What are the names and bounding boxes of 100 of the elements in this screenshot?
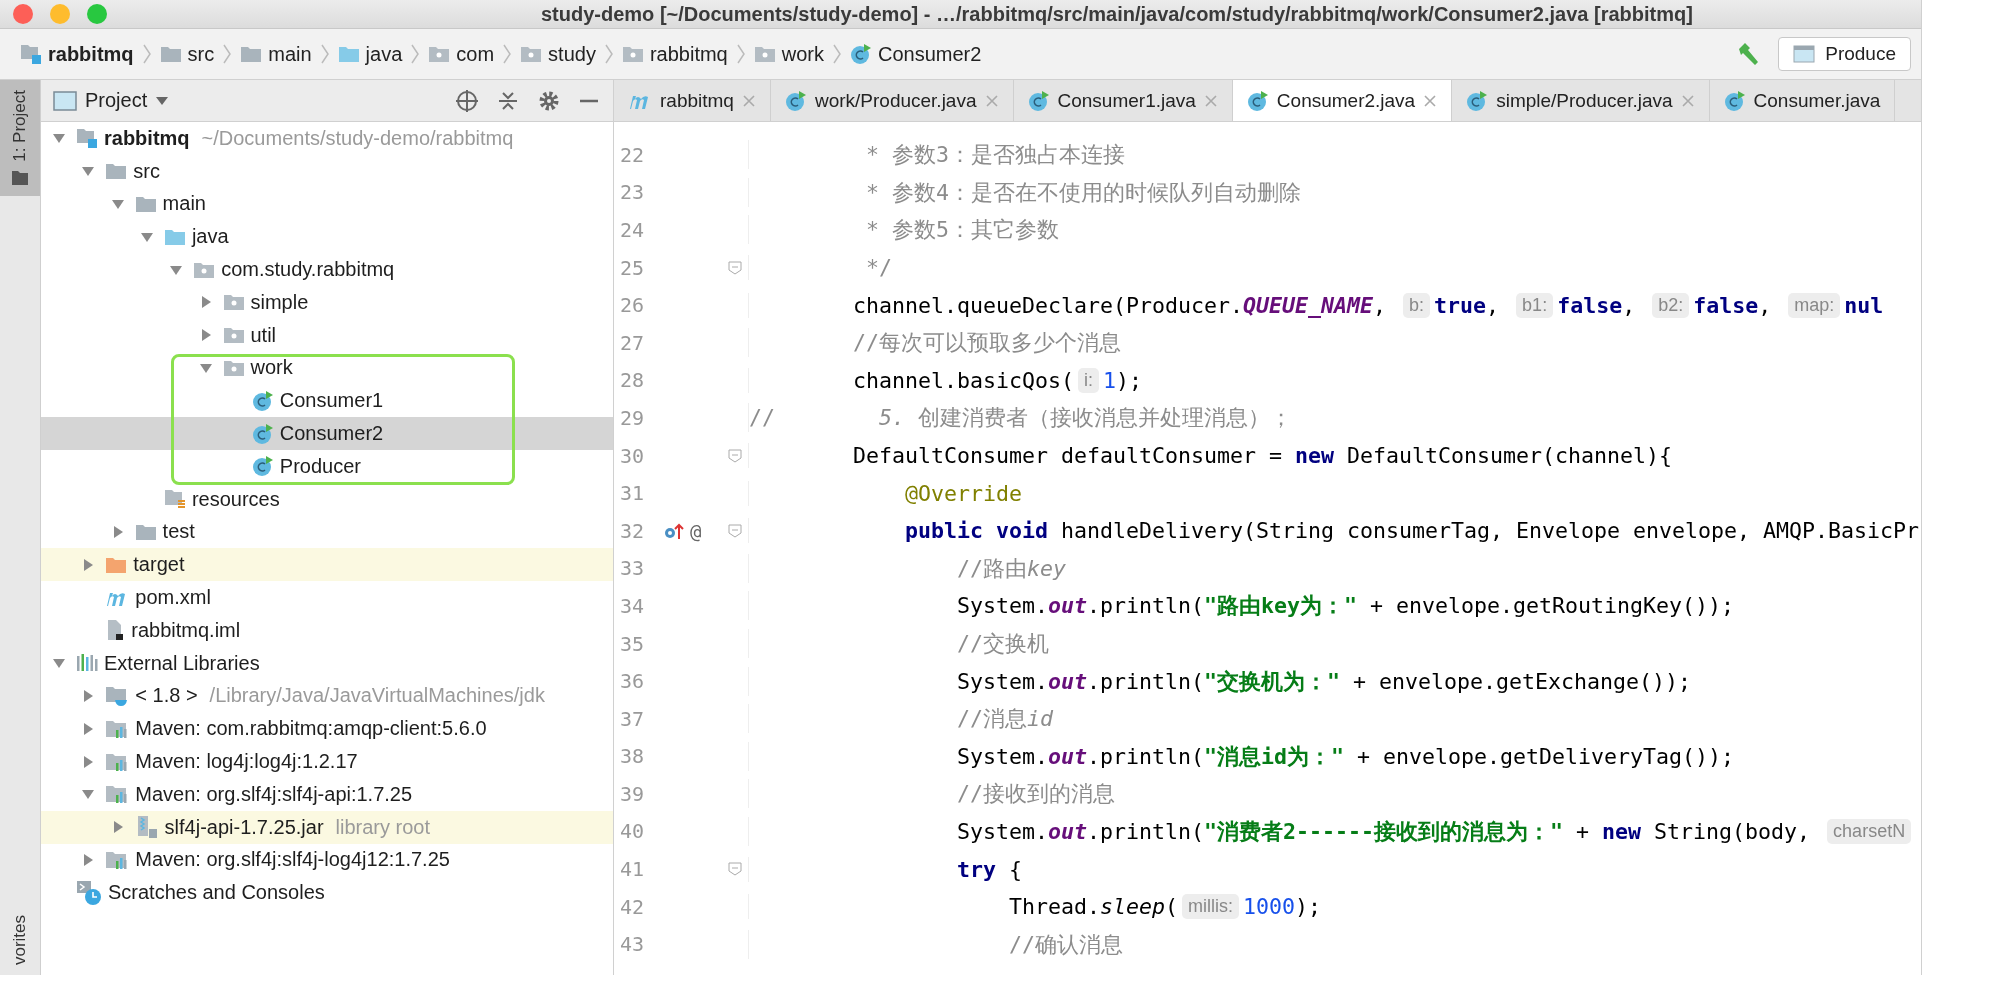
class-icon — [1027, 89, 1050, 112]
tree-item[interactable]: Maven: org.slf4j:slf4j-log4j12:1.7.25 — [41, 843, 613, 877]
module-icon — [76, 128, 98, 149]
locate-icon[interactable] — [455, 88, 479, 113]
tree-item[interactable]: test — [41, 515, 613, 549]
tree-item[interactable]: Consumer2 — [41, 417, 613, 450]
fold-marker-icon[interactable] — [728, 523, 742, 538]
tree-item[interactable]: Scratches and Consoles — [41, 876, 613, 910]
folder-icon — [222, 293, 245, 312]
editor-tab[interactable]: Consumer1.java — [1013, 80, 1233, 121]
editor-tab[interactable]: work/Producer.java — [770, 80, 1014, 121]
folder-icon — [105, 162, 128, 181]
window-title: study-demo [~/Documents/study-demo] - …/rabbitmq/src/main/java/com/study/rabbitmq/work/Consumer2.java [rabbitmq] — [540, 2, 1693, 26]
line-number: 25 — [619, 255, 646, 280]
code-line: //消息id — [748, 704, 1921, 734]
tree-item[interactable]: util — [41, 318, 613, 352]
tree-item[interactable]: Maven: org.slf4j:slf4j-api:1.7.25 — [41, 777, 613, 811]
breadcrumb-item[interactable]: main — [240, 42, 312, 66]
line-number: 29 — [619, 405, 646, 430]
code-line: public void handleDelivery(String consumerTag, Envelope envelope, AMQP.BasicPr — [748, 518, 1921, 544]
code-line: System.out.println("路由key为：" + envelope.getRoutingKey()); — [748, 591, 1921, 621]
tree-item[interactable]: rabbitmq ~/Documents/study-demo/rabbitmq — [41, 122, 613, 155]
chevron-icon — [141, 43, 152, 65]
line-number: 37 — [619, 706, 646, 731]
folder-icon — [428, 45, 451, 63]
caret-icon[interactable] — [155, 95, 170, 106]
breadcrumb-item[interactable]: rabbitmq — [621, 42, 728, 66]
tree-item[interactable]: resources — [41, 482, 613, 516]
tree-item[interactable]: com.study.rabbitmq — [41, 253, 613, 286]
close-icon[interactable] — [1423, 93, 1438, 108]
tree-item[interactable]: pom.xml — [41, 581, 613, 614]
editor-tab[interactable]: rabbitmq — [614, 80, 771, 121]
close-icon[interactable] — [1680, 93, 1695, 108]
breadcrumb-item[interactable]: com — [428, 42, 495, 66]
chevron-icon — [603, 43, 614, 65]
libraries-icon — [76, 653, 98, 674]
code-line: System.out.println("消息id为：" + envelope.getDeliveryTag()); — [748, 741, 1921, 771]
line-number: 32 — [619, 518, 646, 543]
line-number: 42 — [619, 894, 646, 919]
class-icon — [1723, 89, 1746, 112]
close-icon[interactable] — [1203, 93, 1218, 108]
line-number: 40 — [619, 819, 646, 844]
line-number: 38 — [619, 744, 646, 769]
tree-item[interactable]: Maven: log4j:log4j:1.2.17 — [41, 745, 613, 778]
tree-item[interactable]: Maven: com.rabbitmq:amqp-client:5.6.0 — [41, 712, 613, 746]
tree-item[interactable]: Consumer1 — [41, 384, 613, 418]
run-configuration-dropdown[interactable]: Produce — [1778, 37, 1911, 71]
editor-tab[interactable]: Consumer.java — [1709, 80, 1896, 121]
tree-item[interactable]: main — [41, 187, 613, 221]
breadcrumb-item[interactable]: src — [159, 42, 215, 66]
breadcrumb-item[interactable]: rabbitmq — [20, 42, 134, 66]
class-icon — [251, 389, 274, 412]
chevron-icon — [831, 43, 842, 65]
close-icon[interactable] — [984, 93, 999, 108]
line-number: 26 — [619, 293, 646, 318]
path-hint: ~/Documents/study-demo/rabbitmq — [201, 126, 514, 150]
window-control[interactable] — [87, 4, 107, 24]
library-icon — [105, 784, 130, 805]
code-line: * 参数3：是否独占本连接 — [748, 140, 1921, 170]
code-line: * 参数5：其它参数 — [748, 215, 1921, 245]
tree-item[interactable]: slf4j-api-1.7.25.jar library root — [41, 810, 613, 844]
editor-tab[interactable]: Consumer2.java — [1232, 80, 1453, 121]
panel-title[interactable]: Project — [85, 89, 148, 112]
breadcrumb-item[interactable]: work — [753, 42, 824, 66]
window-control[interactable] — [13, 4, 33, 24]
tree-item[interactable]: simple — [41, 286, 613, 319]
tree-item[interactable]: target — [41, 548, 613, 582]
project-tool-tab[interactable]: 1: Project — [0, 80, 40, 196]
tree-item[interactable]: rabbitmq.iml — [41, 613, 613, 647]
code-line: //确认消息 — [748, 929, 1921, 959]
tree-item[interactable]: < 1.8 > /Library/Java/JavaVirtualMachines/jdk — [41, 679, 613, 713]
parameter-hint: b2: — [1652, 292, 1690, 318]
line-number: 36 — [619, 669, 646, 694]
parameter-hint: charsetN — [1827, 819, 1912, 844]
code-line: //路由key — [748, 553, 1921, 583]
breadcrumb-item[interactable]: java — [337, 42, 403, 66]
breadcrumb-item[interactable]: Consumer2 — [849, 42, 982, 66]
breadcrumb-item[interactable]: study — [520, 42, 596, 66]
path-hint: library root — [335, 815, 431, 839]
chevron-icon — [319, 43, 330, 65]
tree-item[interactable]: External Libraries — [41, 646, 613, 680]
class-icon — [251, 422, 274, 445]
tree-item[interactable]: java — [41, 220, 613, 254]
tree-item[interactable]: work — [41, 351, 613, 385]
code-line: channel.queueDeclare(Producer.QUEUE_NAME, b: true, b1: false, b2: false, map: nul — [748, 292, 1921, 318]
tree-item[interactable]: Producer — [41, 449, 613, 483]
fold-marker-icon[interactable] — [728, 448, 742, 463]
favorites-tool-tab[interactable]: vorites — [0, 904, 40, 975]
tree-item[interactable]: src — [41, 154, 613, 188]
line-number: 34 — [619, 593, 646, 618]
expanded-arrow-icon[interactable] — [110, 197, 125, 211]
gutter-annotation-mark: @ — [690, 519, 702, 542]
line-number: 33 — [619, 556, 646, 581]
fold-marker-icon[interactable] — [728, 862, 742, 877]
close-icon[interactable] — [741, 93, 756, 108]
fold-marker-icon[interactable] — [728, 260, 742, 275]
line-number: 28 — [619, 368, 646, 393]
module-icon — [20, 44, 42, 64]
editor-tab[interactable]: simple/Producer.java — [1452, 80, 1710, 121]
parameter-hint: map: — [1788, 292, 1841, 318]
